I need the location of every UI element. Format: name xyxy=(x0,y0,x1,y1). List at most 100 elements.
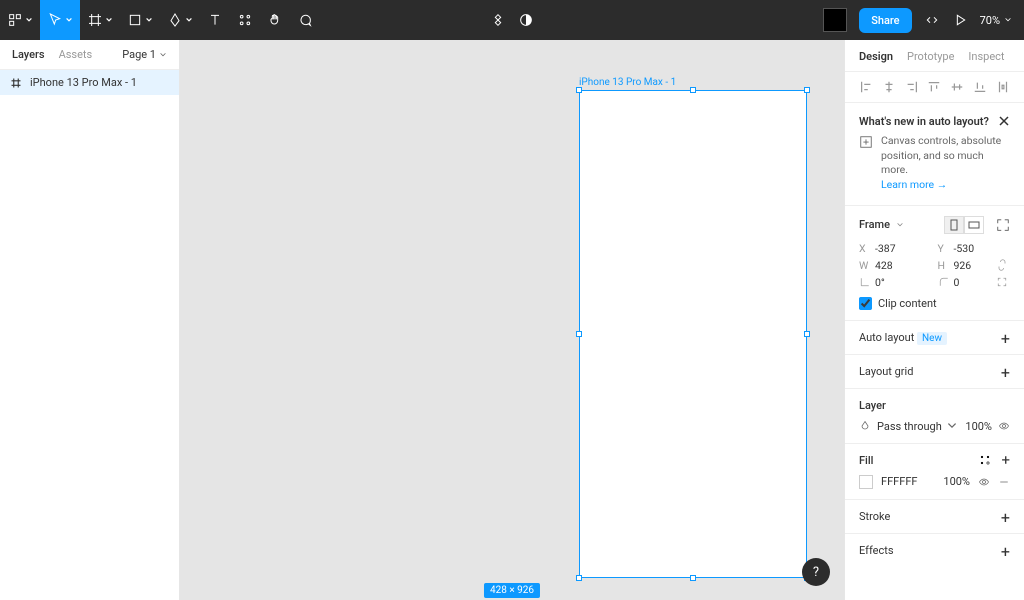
resize-handle-tl[interactable] xyxy=(576,87,582,93)
help-button[interactable]: ? xyxy=(802,558,830,586)
layer-title: Layer xyxy=(859,399,886,412)
chevron-down-icon xyxy=(25,16,33,24)
autolayout-title: Auto layout xyxy=(859,331,914,344)
corner-value[interactable]: 0 xyxy=(954,276,993,289)
component-icon[interactable] xyxy=(490,12,506,28)
align-top-icon[interactable] xyxy=(927,80,941,94)
distribute-icon[interactable] xyxy=(996,80,1010,94)
left-panel-header: Layers Assets Page 1 xyxy=(0,40,179,70)
frame-section-title[interactable]: Frame xyxy=(859,218,890,231)
tab-prototype[interactable]: Prototype xyxy=(907,50,954,63)
zoom-control[interactable]: 70% xyxy=(980,14,1012,27)
alignment-controls xyxy=(845,72,1024,103)
resources-tool[interactable] xyxy=(230,0,260,40)
remove-fill-icon[interactable] xyxy=(998,476,1010,488)
blend-mode-icon xyxy=(859,420,871,432)
frame-tool[interactable] xyxy=(80,0,120,40)
pen-tool[interactable] xyxy=(160,0,200,40)
chevron-down-icon[interactable] xyxy=(896,221,904,229)
align-vcenter-icon[interactable] xyxy=(950,80,964,94)
add-fill-button[interactable]: + xyxy=(1001,454,1010,466)
zoom-value: 70% xyxy=(980,14,1000,27)
chevron-down-icon xyxy=(145,16,153,24)
link-dimensions-icon[interactable] xyxy=(996,259,1008,271)
autolayout-icon xyxy=(859,135,873,149)
mask-icon[interactable] xyxy=(518,12,534,28)
add-stroke-button[interactable]: + xyxy=(1001,510,1010,526)
w-value[interactable]: 428 xyxy=(875,259,914,272)
blend-mode-select[interactable]: Pass through xyxy=(877,420,959,433)
resize-handle-tr[interactable] xyxy=(804,87,810,93)
tab-assets[interactable]: Assets xyxy=(59,48,93,61)
clip-content-checkbox[interactable] xyxy=(859,297,872,310)
resize-handle-mr[interactable] xyxy=(804,331,810,337)
share-button[interactable]: Share xyxy=(859,8,911,33)
layer-item-frame[interactable]: iPhone 13 Pro Max - 1 xyxy=(0,70,179,95)
whats-new-banner: What's new in auto layout? Canvas contro… xyxy=(845,103,1024,206)
selected-frame[interactable] xyxy=(579,90,807,578)
section-layoutgrid: Layout grid + xyxy=(845,355,1024,389)
landscape-icon xyxy=(968,221,980,229)
fill-title: Fill xyxy=(859,454,873,467)
fill-hex[interactable]: FFFFFF xyxy=(881,475,917,488)
corner-radius-icon xyxy=(938,276,950,288)
tab-inspect[interactable]: Inspect xyxy=(968,50,1004,63)
present-icon[interactable] xyxy=(952,12,968,28)
portrait-icon xyxy=(950,219,958,231)
chevron-down-icon xyxy=(1004,16,1012,24)
fill-opacity[interactable]: 100% xyxy=(943,475,970,488)
blend-mode-value: Pass through xyxy=(877,420,942,433)
add-layoutgrid-button[interactable]: + xyxy=(1001,365,1010,381)
section-stroke: Stroke + xyxy=(845,500,1024,534)
visibility-icon[interactable] xyxy=(978,476,990,488)
resize-portrait[interactable] xyxy=(944,216,964,234)
x-value[interactable]: -387 xyxy=(875,242,914,255)
independent-corners-icon[interactable] xyxy=(996,276,1008,288)
page-selector[interactable]: Page 1 xyxy=(122,48,167,61)
resize-landscape[interactable] xyxy=(964,216,984,234)
hand-tool[interactable] xyxy=(260,0,290,40)
whats-new-link[interactable]: Learn more → xyxy=(881,178,947,191)
chevron-down-icon xyxy=(946,420,958,432)
avatar[interactable] xyxy=(823,8,847,32)
h-value[interactable]: 926 xyxy=(954,259,993,272)
resources-icon xyxy=(237,12,253,28)
tab-layers[interactable]: Layers xyxy=(12,48,45,61)
toolbar-center xyxy=(490,12,534,28)
comment-tool[interactable] xyxy=(290,0,320,40)
resize-handle-ml[interactable] xyxy=(576,331,582,337)
resize-handle-bm[interactable] xyxy=(690,575,696,581)
chevron-down-icon xyxy=(185,16,193,24)
frame-icon xyxy=(10,77,22,89)
whats-new-title: What's new in auto layout? xyxy=(859,115,1010,128)
layer-opacity[interactable]: 100% xyxy=(965,420,992,433)
clip-content-label: Clip content xyxy=(878,297,937,310)
tab-design[interactable]: Design xyxy=(859,50,893,63)
fit-icon[interactable] xyxy=(996,218,1010,232)
chevron-down-icon xyxy=(65,16,73,24)
rotation-value[interactable]: 0° xyxy=(875,276,914,289)
canvas[interactable]: iPhone 13 Pro Max - 1 428 × 926 ? xyxy=(180,40,844,600)
main-menu-button[interactable] xyxy=(0,0,40,40)
visibility-icon[interactable] xyxy=(998,420,1010,432)
section-frame: Frame X-387 Y-530 W428 H926 0° 0 xyxy=(845,206,1024,321)
style-icon[interactable] xyxy=(979,454,991,466)
text-tool[interactable] xyxy=(200,0,230,40)
whats-new-body: Canvas controls, absolute position, and … xyxy=(881,134,1001,176)
resize-handle-bl[interactable] xyxy=(576,575,582,581)
frame-label[interactable]: iPhone 13 Pro Max - 1 xyxy=(579,77,676,88)
resize-handle-tm[interactable] xyxy=(690,87,696,93)
dev-handoff-icon[interactable] xyxy=(924,12,940,28)
close-icon[interactable] xyxy=(998,115,1010,127)
move-tool[interactable] xyxy=(40,0,80,40)
y-value[interactable]: -530 xyxy=(954,242,993,255)
hand-icon xyxy=(267,12,283,28)
align-bottom-icon[interactable] xyxy=(973,80,987,94)
fill-swatch[interactable] xyxy=(859,475,873,489)
shape-tool[interactable] xyxy=(120,0,160,40)
align-right-icon[interactable] xyxy=(905,80,919,94)
add-effect-button[interactable]: + xyxy=(1001,544,1010,560)
align-left-icon[interactable] xyxy=(859,80,873,94)
add-autolayout-button[interactable]: + xyxy=(1001,331,1010,347)
align-hcenter-icon[interactable] xyxy=(882,80,896,94)
